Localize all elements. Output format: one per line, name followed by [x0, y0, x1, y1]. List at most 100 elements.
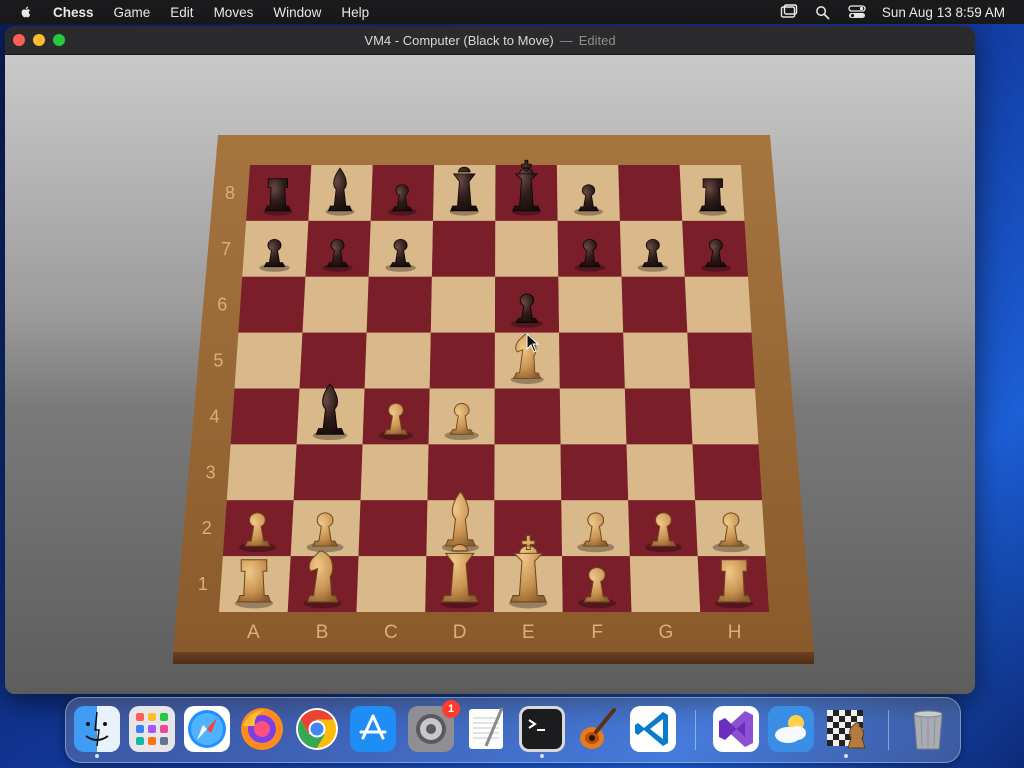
zoom-window-button[interactable]	[53, 34, 65, 46]
dock-weather[interactable]	[768, 706, 814, 752]
chess-app-icon	[827, 710, 866, 749]
control-center-icon[interactable]	[848, 4, 866, 20]
menu-help[interactable]: Help	[341, 5, 369, 20]
finder-icon	[74, 706, 120, 752]
chess-window: VM4 - Computer (Black to Move) — Edited	[5, 26, 975, 694]
square-b3[interactable]	[293, 444, 363, 501]
dock-chrome[interactable]	[294, 706, 340, 752]
dock-terminal[interactable]	[519, 706, 565, 758]
finder-running-indicator	[95, 754, 99, 758]
dock: 1	[65, 697, 961, 763]
visual-studio-icon	[713, 706, 759, 752]
file-label: A	[247, 622, 260, 643]
square-a5[interactable]	[234, 332, 303, 389]
dock-launchpad[interactable]	[129, 706, 175, 752]
dock-system-settings[interactable]: 1	[408, 700, 460, 752]
square-b5[interactable]	[299, 332, 367, 389]
square-g8[interactable]	[618, 165, 683, 221]
screen-mirroring-icon[interactable]	[780, 4, 798, 20]
dock-trash[interactable]	[905, 706, 951, 752]
garageband-icon	[580, 708, 616, 749]
square-d6[interactable]	[430, 276, 496, 333]
chess-board-3d[interactable]: 1 2 3 4 5 6 7 8 A B C D E F G H	[5, 55, 975, 694]
square-c3[interactable]	[360, 444, 429, 501]
square-g4[interactable]	[624, 388, 693, 445]
square-g5[interactable]	[623, 332, 690, 389]
close-window-button[interactable]	[13, 34, 25, 46]
dock-firefox[interactable]	[239, 706, 285, 752]
rank-label: 2	[202, 518, 212, 538]
square-a4[interactable]	[230, 388, 300, 445]
chess-running-indicator	[844, 754, 848, 758]
title-bar[interactable]	[5, 26, 975, 55]
square-f5[interactable]	[559, 332, 625, 389]
apple-menu-icon[interactable]	[19, 4, 35, 20]
square-h3[interactable]	[692, 444, 762, 501]
dock-visual-studio[interactable]	[713, 706, 759, 752]
terminal-icon	[519, 706, 565, 752]
square-b6[interactable]	[302, 276, 369, 333]
rank-label: 7	[221, 239, 231, 259]
square-e3[interactable]	[494, 444, 562, 501]
rank-label: 6	[217, 295, 227, 315]
square-a3[interactable]	[226, 444, 297, 501]
square-c5[interactable]	[364, 332, 431, 389]
square-h5[interactable]	[687, 332, 755, 389]
file-label: G	[658, 622, 673, 643]
chess-scene: 1 2 3 4 5 6 7 8 A B C D E F G H	[5, 55, 975, 694]
square-a6[interactable]	[238, 276, 306, 333]
weather-icon	[768, 706, 814, 752]
chrome-icon	[296, 708, 338, 750]
menu-app-chess[interactable]: Chess	[53, 5, 94, 20]
square-e7[interactable]	[495, 220, 559, 277]
menu-bar-clock[interactable]: Sun Aug 13 8:59 AM	[882, 5, 1005, 20]
terminal-running-indicator	[540, 754, 544, 758]
file-label: E	[522, 622, 535, 643]
square-g1[interactable]	[629, 556, 701, 612]
menu-moves[interactable]: Moves	[214, 5, 254, 20]
file-label: D	[453, 622, 467, 643]
firefox-icon	[241, 708, 283, 750]
rank-label: 1	[198, 574, 208, 594]
square-e4[interactable]	[494, 388, 561, 445]
app-store-icon	[350, 706, 396, 752]
settings-notification-badge: 1	[442, 700, 460, 718]
menu-game[interactable]: Game	[114, 5, 151, 20]
square-h6[interactable]	[684, 276, 752, 333]
dock-finder[interactable]	[74, 706, 120, 758]
menu-bar: Chess Game Edit Moves Window Help Sun Au…	[0, 0, 1024, 24]
square-c1[interactable]	[356, 556, 427, 612]
menu-edit[interactable]: Edit	[170, 5, 193, 20]
square-d5[interactable]	[429, 332, 495, 389]
trash-icon	[913, 710, 943, 750]
board-squares	[219, 165, 769, 612]
dock-safari[interactable]	[184, 706, 230, 752]
square-c6[interactable]	[366, 276, 432, 333]
menu-window[interactable]: Window	[273, 5, 321, 20]
square-g3[interactable]	[626, 444, 696, 501]
spotlight-search-icon[interactable]	[814, 4, 832, 20]
safari-icon	[184, 706, 230, 752]
rank-label: 5	[213, 351, 223, 371]
rank-label: 4	[210, 406, 220, 426]
minimize-window-button[interactable]	[33, 34, 45, 46]
square-f3[interactable]	[560, 444, 629, 501]
square-h4[interactable]	[689, 388, 759, 445]
square-g6[interactable]	[621, 276, 688, 333]
rank-label: 3	[206, 462, 216, 482]
dock-app-store[interactable]	[350, 706, 396, 752]
file-label: H	[728, 622, 742, 643]
textedit-icon	[469, 707, 504, 749]
dock-separator-trash	[888, 710, 889, 750]
rank-label: 8	[225, 183, 235, 203]
dock-vscode[interactable]	[630, 706, 676, 752]
file-label: F	[591, 622, 603, 643]
vscode-icon	[630, 706, 676, 752]
square-d7[interactable]	[431, 220, 496, 277]
dock-garageband[interactable]	[574, 706, 620, 752]
square-f6[interactable]	[558, 276, 624, 333]
dock-textedit[interactable]	[464, 706, 510, 752]
dock-chess[interactable]	[823, 706, 869, 758]
square-f4[interactable]	[559, 388, 627, 445]
square-c2[interactable]	[358, 500, 428, 557]
